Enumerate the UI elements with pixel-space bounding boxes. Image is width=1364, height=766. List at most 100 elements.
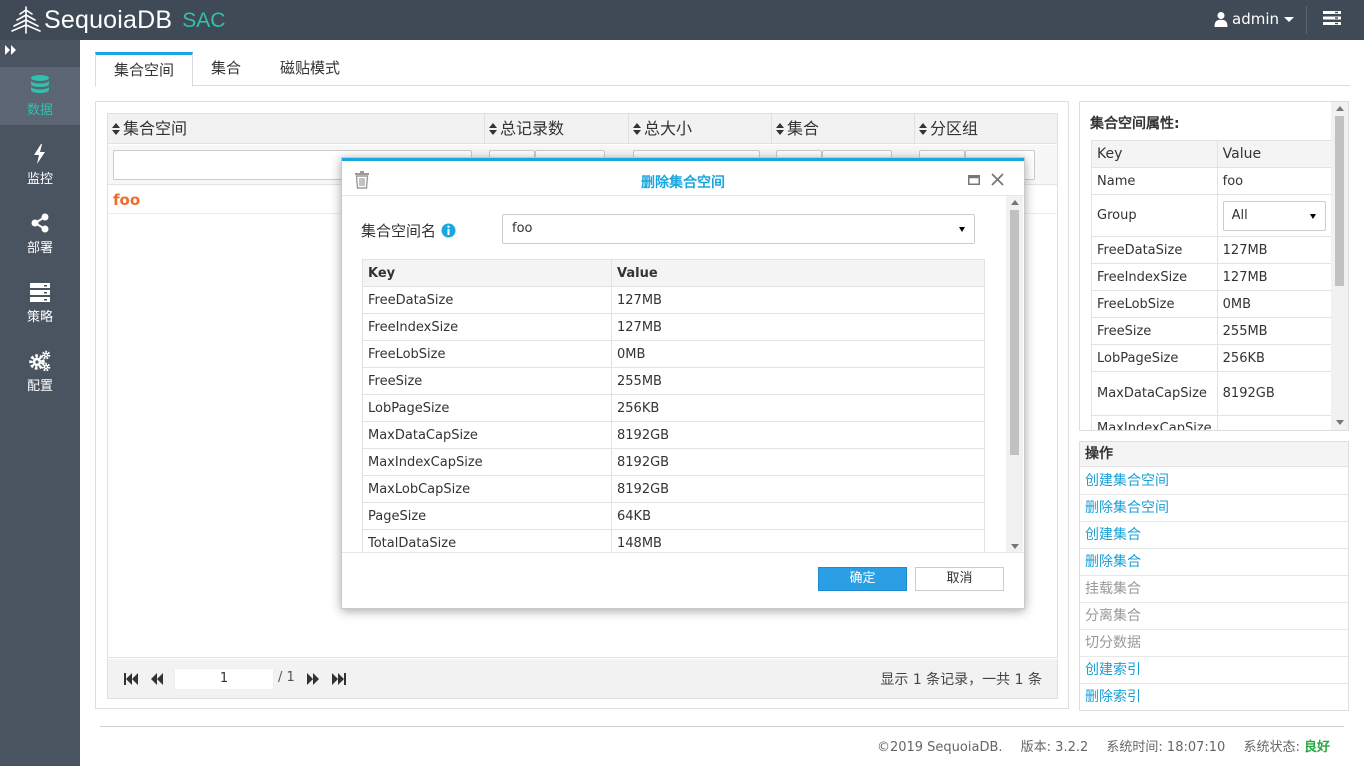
info-icon[interactable] — [441, 223, 456, 238]
double-chevron-right-icon[interactable] — [4, 44, 18, 56]
collection-space-select[interactable]: foo — [502, 214, 975, 244]
detail-value: 127MB — [611, 313, 985, 341]
delete-index-link[interactable]: 删除索引 — [1080, 684, 1348, 711]
table-row: TotalDataSize 148MB — [362, 529, 985, 552]
column-header-records[interactable]: 总记录数 — [485, 114, 629, 144]
column-header-name[interactable]: 集合空间 — [108, 114, 485, 144]
detail-key: FreeDataSize — [362, 286, 612, 314]
close-icon[interactable] — [991, 173, 1004, 186]
properties-scrollbar[interactable] — [1331, 102, 1348, 430]
tree-logo-icon — [11, 6, 41, 34]
dialog-title: 删除集合空间 — [641, 175, 725, 191]
property-value: 256KB — [1216, 344, 1332, 372]
table-row: LobPageSize 256KB — [362, 394, 985, 422]
sidebar-item-data[interactable]: 数据 — [0, 67, 80, 125]
user-menu[interactable]: admin — [1214, 10, 1294, 28]
property-value — [1216, 415, 1332, 430]
table-row: MaxLobCapSize 8192GB — [362, 475, 985, 503]
detach-collection-link: 分离集合 — [1080, 603, 1348, 630]
detail-value: 256KB — [611, 394, 985, 422]
key-header: Key — [1091, 140, 1218, 168]
page-total: / 1 — [278, 670, 295, 685]
app-logo[interactable]: SequoiaDB SAC — [10, 4, 225, 36]
sidebar-item-deploy[interactable]: 部署 — [0, 205, 80, 263]
property-key: LobPageSize — [1091, 344, 1218, 372]
detail-key: MaxIndexCapSize — [362, 448, 612, 476]
detail-value: 64KB — [611, 502, 985, 530]
version-text: 版本: 3.2.2 — [1020, 740, 1089, 755]
create-collection-space-link[interactable]: 创建集合空间 — [1080, 468, 1348, 495]
select-arrow-icon — [1309, 213, 1316, 219]
split-data-link: 切分数据 — [1080, 630, 1348, 657]
detail-value: 127MB — [611, 286, 985, 314]
select-arrow-icon — [959, 227, 965, 232]
detail-key: LobPageSize — [362, 394, 612, 422]
caret-down-icon — [1284, 16, 1294, 22]
detail-value: 255MB — [611, 367, 985, 395]
system-status-label: 系统状态: — [1243, 740, 1300, 755]
group-select[interactable]: All — [1222, 200, 1326, 231]
properties-table: Key Value Name foo Group All FreeDataSize… — [1091, 140, 1332, 430]
database-icon — [31, 75, 49, 93]
sort-icon — [112, 122, 120, 135]
value-header: Value — [1216, 140, 1332, 168]
property-value: foo — [1216, 167, 1332, 195]
sidebar-item-monitor[interactable]: 监控 — [0, 136, 80, 194]
confirm-button[interactable]: 确定 — [818, 567, 907, 591]
sidebar-item-label: 配置 — [26, 379, 53, 394]
next-page-icon[interactable] — [305, 672, 321, 686]
property-key: MaxDataCapSize — [1091, 371, 1218, 416]
grid-pager: 1 / 1 显示 1 条记录，一共 1 条 — [107, 659, 1058, 699]
table-row: FreeSize 255MB — [1091, 317, 1332, 345]
scrollbar-thumb[interactable] — [1335, 116, 1344, 286]
column-header-size[interactable]: 总大小 — [629, 114, 772, 144]
user-icon — [1214, 12, 1228, 27]
sort-icon — [919, 122, 927, 135]
scroll-down-icon — [1011, 544, 1019, 549]
table-row: FreeIndexSize 127MB — [362, 313, 985, 341]
column-header-groups[interactable]: 分区组 — [915, 114, 1057, 144]
delete-collection-link[interactable]: 删除集合 — [1080, 549, 1348, 576]
sidebar-item-policy[interactable]: 策略 — [0, 274, 80, 332]
detail-key: FreeIndexSize — [362, 313, 612, 341]
cancel-button[interactable]: 取消 — [915, 567, 1004, 591]
detail-key: MaxDataCapSize — [362, 421, 612, 449]
tab-collection-spaces[interactable]: 集合空间 — [95, 52, 193, 87]
system-time-text: 系统时间: 18:07:10 — [1106, 740, 1226, 755]
detail-key: FreeSize — [362, 367, 612, 395]
header-divider — [1306, 6, 1307, 34]
detail-value: 0MB — [611, 340, 985, 368]
create-collection-link[interactable]: 创建集合 — [1080, 522, 1348, 549]
table-row: LobPageSize 256KB — [1091, 344, 1332, 372]
table-row: FreeLobSize 0MB — [1091, 290, 1332, 318]
dialog-scrollbar[interactable] — [1006, 196, 1023, 552]
page-number-input[interactable]: 1 — [174, 668, 274, 690]
previous-page-icon[interactable] — [149, 672, 165, 686]
delete-collection-space-link[interactable]: 删除集合空间 — [1080, 495, 1348, 522]
sort-icon — [776, 122, 784, 135]
properties-title: 集合空间属性: — [1090, 116, 1180, 132]
table-row: Name foo — [1091, 167, 1332, 195]
collection-space-name-link[interactable]: foo — [113, 191, 140, 209]
tab-collections[interactable]: 集合 — [193, 52, 259, 86]
maximize-icon[interactable] — [968, 175, 980, 185]
collection-space-details-table: Key Value FreeDataSize 127MB FreeIndexSiz… — [362, 259, 985, 552]
scrollbar-thumb[interactable] — [1010, 210, 1019, 455]
attach-collection-link: 挂载集合 — [1080, 576, 1348, 603]
menu-toggle-icon[interactable] — [1323, 11, 1341, 25]
last-page-icon[interactable] — [331, 672, 347, 686]
column-header-collections[interactable]: 集合 — [772, 114, 915, 144]
detail-key: PageSize — [362, 502, 612, 530]
detail-value: 148MB — [611, 529, 985, 552]
column-header-label: 集合 — [787, 119, 820, 138]
delete-collection-space-dialog: 删除集合空间 集合空间名 foo Key Value FreeDataSize 1… — [341, 157, 1025, 609]
first-page-icon[interactable] — [123, 672, 139, 686]
create-index-link[interactable]: 创建索引 — [1080, 657, 1348, 684]
sort-icon — [489, 122, 497, 135]
footer-divider — [100, 726, 1344, 727]
table-row: Group All — [1091, 194, 1332, 237]
sidebar-item-label: 监控 — [26, 172, 53, 187]
sidebar-item-config[interactable]: 配置 — [0, 343, 80, 401]
table-header-row: Key Value — [1091, 140, 1332, 168]
tab-tile-mode[interactable]: 磁贴模式 — [267, 52, 353, 86]
